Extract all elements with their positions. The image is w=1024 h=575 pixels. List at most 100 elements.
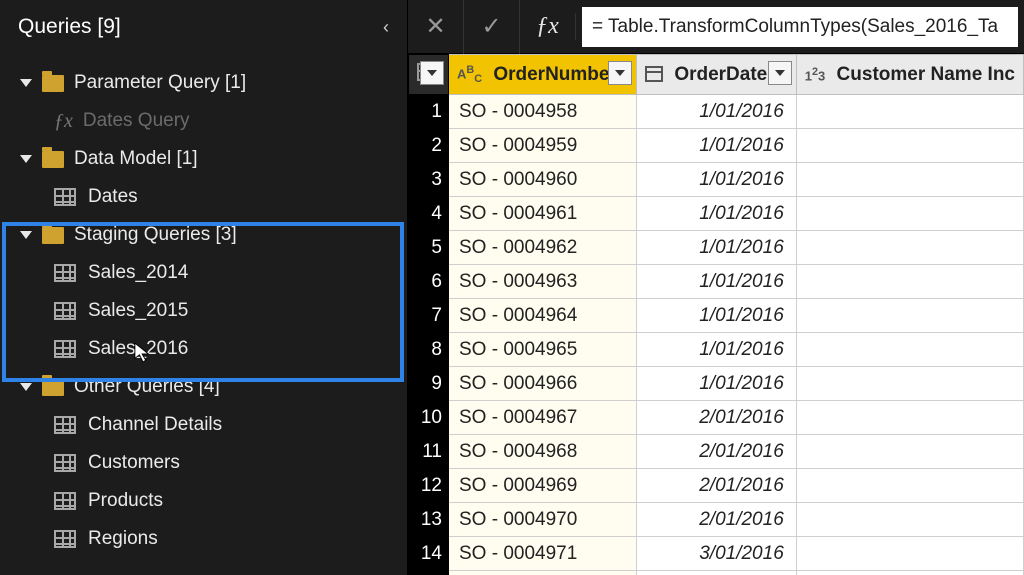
data-table[interactable]: ABC OrderNumber OrderDate 123 Customer N… bbox=[408, 54, 1024, 575]
table-row[interactable]: 13SO - 00049702/01/2016 bbox=[409, 503, 1024, 537]
cell-orderdate[interactable]: 1/01/2016 bbox=[637, 129, 797, 163]
folder-item[interactable]: Staging Queries [3] bbox=[0, 216, 407, 254]
table-row[interactable]: 11SO - 00049682/01/2016 bbox=[409, 435, 1024, 469]
folder-item[interactable]: Parameter Query [1] bbox=[0, 64, 407, 102]
column-header-orderdate[interactable]: OrderDate bbox=[637, 55, 797, 95]
cell-ordernumber[interactable]: SO - 0004964 bbox=[449, 299, 637, 333]
cell-orderdate[interactable]: 1/01/2016 bbox=[637, 231, 797, 265]
cell-customer[interactable] bbox=[796, 299, 1023, 333]
table-row[interactable]: 12SO - 00049692/01/2016 bbox=[409, 469, 1024, 503]
table-menu-dropdown[interactable] bbox=[420, 61, 444, 85]
cell-orderdate[interactable]: 1/01/2016 bbox=[637, 95, 797, 129]
column-filter-dropdown[interactable] bbox=[768, 61, 792, 85]
column-header-customer[interactable]: 123 Customer Name Inc bbox=[796, 55, 1023, 95]
cell-orderdate[interactable]: 2/01/2016 bbox=[637, 435, 797, 469]
table-row[interactable]: 8SO - 00049651/01/2016 bbox=[409, 333, 1024, 367]
cell-customer[interactable] bbox=[796, 401, 1023, 435]
cell-orderdate[interactable]: 1/01/2016 bbox=[637, 197, 797, 231]
row-number[interactable]: 2 bbox=[409, 129, 449, 163]
cell-customer[interactable] bbox=[796, 163, 1023, 197]
cell-ordernumber[interactable]: SO - 0004970 bbox=[449, 503, 637, 537]
column-header-ordernumber[interactable]: ABC OrderNumber bbox=[449, 55, 637, 95]
table-row[interactable]: 10SO - 00049672/01/2016 bbox=[409, 401, 1024, 435]
row-number[interactable]: 6 bbox=[409, 265, 449, 299]
cell-customer[interactable] bbox=[796, 367, 1023, 401]
query-item[interactable]: Dates bbox=[0, 178, 407, 216]
cell-customer[interactable] bbox=[796, 435, 1023, 469]
cell-ordernumber[interactable]: SO - 0004968 bbox=[449, 435, 637, 469]
cell-ordernumber[interactable]: SO - 0004965 bbox=[449, 333, 637, 367]
query-item[interactable]: Sales_2016 bbox=[0, 330, 407, 368]
query-item[interactable]: Sales_2015 bbox=[0, 292, 407, 330]
cell-orderdate[interactable]: 1/01/2016 bbox=[637, 163, 797, 197]
cell-ordernumber[interactable]: SO - 0004963 bbox=[449, 265, 637, 299]
row-number[interactable]: 9 bbox=[409, 367, 449, 401]
column-filter-dropdown[interactable] bbox=[608, 61, 632, 85]
cell-customer[interactable] bbox=[796, 197, 1023, 231]
fx-icon[interactable]: ƒx bbox=[520, 13, 576, 40]
cell-customer[interactable] bbox=[796, 265, 1023, 299]
row-number[interactable]: 8 bbox=[409, 333, 449, 367]
cell-ordernumber[interactable]: SO - 0004971 bbox=[449, 537, 637, 571]
cell-orderdate[interactable]: 1/01/2016 bbox=[637, 299, 797, 333]
cell-customer[interactable] bbox=[796, 129, 1023, 163]
cell-customer[interactable] bbox=[796, 95, 1023, 129]
cell-orderdate[interactable]: 1/01/2016 bbox=[637, 367, 797, 401]
cell-customer[interactable] bbox=[796, 469, 1023, 503]
row-number[interactable]: 4 bbox=[409, 197, 449, 231]
cell-orderdate[interactable]: 2/01/2016 bbox=[637, 469, 797, 503]
cell-customer[interactable] bbox=[796, 333, 1023, 367]
query-item[interactable]: Sales_2014 bbox=[0, 254, 407, 292]
cell-ordernumber[interactable]: SO - 0004961 bbox=[449, 197, 637, 231]
table-row[interactable]: 5SO - 00049621/01/2016 bbox=[409, 231, 1024, 265]
row-number[interactable]: 3 bbox=[409, 163, 449, 197]
table-row[interactable]: 9SO - 00049661/01/2016 bbox=[409, 367, 1024, 401]
cell-orderdate[interactable]: 1/01/2016 bbox=[637, 333, 797, 367]
cell-orderdate[interactable]: 1/01/2016 bbox=[637, 265, 797, 299]
cell-ordernumber[interactable]: SO - 0004966 bbox=[449, 367, 637, 401]
table-row[interactable]: 1SO - 00049581/01/2016 bbox=[409, 95, 1024, 129]
row-number[interactable]: 15 bbox=[409, 571, 449, 575]
row-number[interactable]: 11 bbox=[409, 435, 449, 469]
cell-orderdate[interactable]: 2/01/2016 bbox=[637, 401, 797, 435]
cell-customer[interactable] bbox=[796, 571, 1023, 575]
cell-ordernumber[interactable]: SO - 0004959 bbox=[449, 129, 637, 163]
row-number[interactable]: 10 bbox=[409, 401, 449, 435]
cell-ordernumber[interactable]: SO - 0004969 bbox=[449, 469, 637, 503]
cell-orderdate[interactable]: 3/01/2016 bbox=[637, 571, 797, 575]
folder-item[interactable]: Data Model [1] bbox=[0, 140, 407, 178]
query-item[interactable]: Products bbox=[0, 482, 407, 520]
table-row[interactable]: 2SO - 00049591/01/2016 bbox=[409, 129, 1024, 163]
cell-ordernumber[interactable]: SO - 0004967 bbox=[449, 401, 637, 435]
formula-confirm-button[interactable]: ✓ bbox=[464, 0, 520, 54]
folder-item[interactable]: Other Queries [4] bbox=[0, 368, 407, 406]
table-row[interactable]: 14SO - 00049713/01/2016 bbox=[409, 537, 1024, 571]
row-number[interactable]: 12 bbox=[409, 469, 449, 503]
table-row[interactable]: 3SO - 00049601/01/2016 bbox=[409, 163, 1024, 197]
formula-input[interactable]: = Table.TransformColumnTypes(Sales_2016_… bbox=[582, 7, 1018, 47]
table-corner-button[interactable] bbox=[409, 55, 449, 95]
cell-orderdate[interactable]: 2/01/2016 bbox=[637, 503, 797, 537]
cell-customer[interactable] bbox=[796, 537, 1023, 571]
table-row[interactable]: 6SO - 00049631/01/2016 bbox=[409, 265, 1024, 299]
row-number[interactable]: 1 bbox=[409, 95, 449, 129]
row-number[interactable]: 13 bbox=[409, 503, 449, 537]
table-row[interactable]: 4SO - 00049611/01/2016 bbox=[409, 197, 1024, 231]
cell-ordernumber[interactable]: SO - 0004972 bbox=[449, 571, 637, 575]
collapse-pane-icon[interactable]: ‹ bbox=[383, 17, 389, 38]
table-row[interactable]: 7SO - 00049641/01/2016 bbox=[409, 299, 1024, 333]
table-row[interactable]: 15SO - 00049723/01/2016 bbox=[409, 571, 1024, 575]
cell-customer[interactable] bbox=[796, 231, 1023, 265]
row-number[interactable]: 5 bbox=[409, 231, 449, 265]
cell-ordernumber[interactable]: SO - 0004958 bbox=[449, 95, 637, 129]
row-number[interactable]: 7 bbox=[409, 299, 449, 333]
cell-ordernumber[interactable]: SO - 0004960 bbox=[449, 163, 637, 197]
formula-cancel-button[interactable]: ✕ bbox=[408, 0, 464, 54]
query-item[interactable]: Customers bbox=[0, 444, 407, 482]
cell-ordernumber[interactable]: SO - 0004962 bbox=[449, 231, 637, 265]
query-item[interactable]: Channel Details bbox=[0, 406, 407, 444]
cell-customer[interactable] bbox=[796, 503, 1023, 537]
query-item[interactable]: Regions bbox=[0, 520, 407, 558]
row-number[interactable]: 14 bbox=[409, 537, 449, 571]
cell-orderdate[interactable]: 3/01/2016 bbox=[637, 537, 797, 571]
